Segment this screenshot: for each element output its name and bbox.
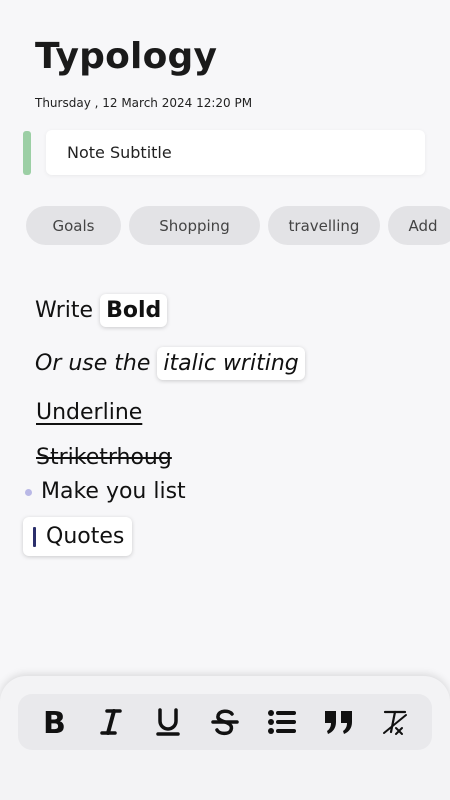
format-toolbar-panel: B [0,676,450,800]
line-underline[interactable]: Underline [36,400,142,425]
tag-chip-goals[interactable]: Goals [26,206,121,245]
italic-icon[interactable] [91,702,131,742]
quote-bar [33,526,36,547]
quote-icon[interactable] [319,702,359,742]
format-toolbar: B [18,694,432,750]
tag-chip-shopping[interactable]: Shopping [129,206,260,245]
line-bold[interactable]: Write Bold [35,294,168,327]
quote-text: Quotes [46,524,125,549]
subtitle-text: Note Subtitle [67,143,172,162]
subtitle-field[interactable]: Note Subtitle [46,130,425,175]
list-item[interactable]: Make you list [41,479,186,504]
tag-chips: Goals Shopping travelling Add [26,206,450,245]
line-strikethrough[interactable]: Striketrhoug [36,445,172,470]
or-use-text: Or use the [35,351,151,376]
bullet-dot [25,489,32,496]
italic-text-pill: italic writing [157,347,305,380]
underline-icon[interactable] [148,702,188,742]
svg-text:B: B [43,707,66,737]
list-icon[interactable] [262,702,302,742]
clear-format-icon[interactable] [375,702,415,742]
bold-icon[interactable]: B [34,702,74,742]
write-text: Write [35,298,94,323]
quote-block[interactable]: Quotes [23,517,133,556]
subtitle-accent-bar [23,131,31,175]
tag-chip-travelling[interactable]: travelling [268,206,380,245]
line-italic[interactable]: Or use the italic writing [35,347,305,380]
tag-chip-add[interactable]: Add [388,206,450,245]
bold-text-pill: Bold [100,294,168,327]
note-title: Typology [35,36,218,77]
note-date: Thursday , 12 March 2024 12:20 PM [35,96,253,110]
strikethrough-icon[interactable] [205,702,245,742]
